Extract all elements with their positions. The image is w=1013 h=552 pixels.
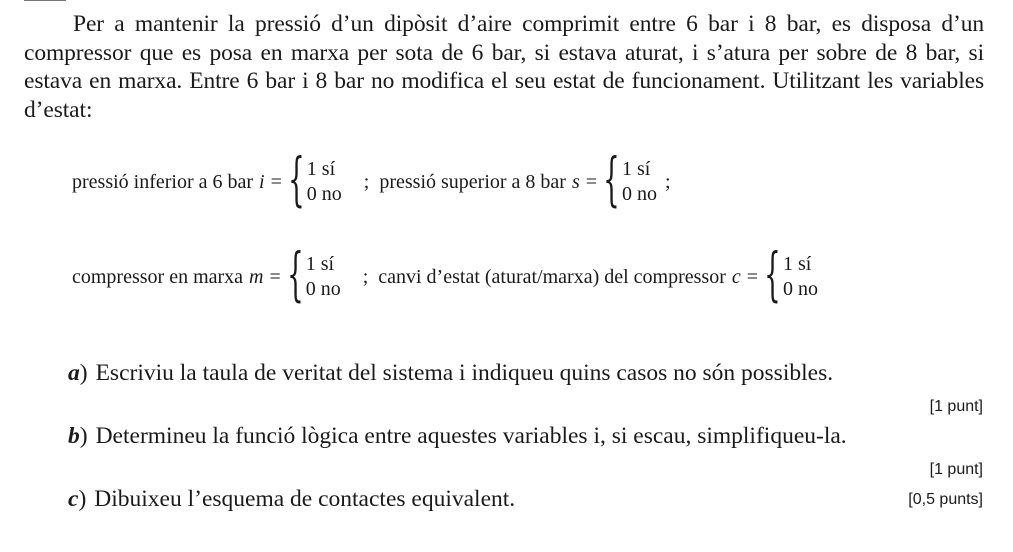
variable-row-1: pressió inferior a 6 bar i = { 1 sí 0 no… <box>72 150 671 214</box>
separator: ; <box>664 170 671 193</box>
left-brace: { <box>286 240 304 308</box>
case-one: 1 sí <box>621 158 651 180</box>
left-brace: { <box>603 145 620 213</box>
variable-symbol-m: m <box>249 265 264 288</box>
points-c: [0,5 punts] <box>908 491 983 508</box>
question-paren: ) <box>79 360 88 386</box>
variable-symbol-c: c <box>731 265 741 288</box>
variable-label-m: compressor en marxa <box>72 265 244 288</box>
case-zero: 0 no <box>306 183 342 205</box>
question-paren: ) <box>78 486 87 512</box>
question-c: c) Dibuixeu l’esquema de contactes equiva… <box>68 486 515 513</box>
top-rule <box>24 0 66 3</box>
question-letter: a <box>68 360 80 386</box>
separator: ; <box>363 170 370 193</box>
equals-sign: = <box>746 265 759 288</box>
equals-sign: = <box>269 265 281 288</box>
variable-label-i: pressió inferior a 6 bar <box>72 170 254 193</box>
case-one: 1 sí <box>306 158 336 180</box>
cases-m: 1 sí 0 no <box>306 252 341 302</box>
case-zero: 0 no <box>782 278 818 300</box>
question-paren: ) <box>79 423 88 449</box>
case-zero: 0 no <box>621 183 657 205</box>
equals-sign: = <box>585 170 598 193</box>
points-a: [1 punt] <box>929 398 983 415</box>
left-brace: { <box>288 145 305 213</box>
question-letter: b <box>68 423 80 449</box>
equals-sign: = <box>270 170 282 193</box>
intro-text: Per a mantenir la pressió d’un dipòsit d… <box>24 11 984 123</box>
cases-i: 1 sí 0 no <box>307 157 342 207</box>
question-letter: c <box>68 486 79 512</box>
cases-c: 1 sí 0 no <box>783 252 818 302</box>
variable-symbol-s: s <box>571 170 580 193</box>
question-text: Dibuixeu l’esquema de contactes equivale… <box>94 486 516 512</box>
question-b: b) Determineu la funció lògica entre aque… <box>68 423 847 450</box>
points-b: [1 punt] <box>929 461 983 478</box>
variable-label-s: pressió superior a 8 bar <box>379 170 566 193</box>
case-one: 1 sí <box>305 253 335 275</box>
left-brace: { <box>764 240 781 308</box>
document-page: Per a mantenir la pressió d’un dipòsit d… <box>0 0 1013 552</box>
cases-s: 1 sí 0 no <box>622 157 657 207</box>
separator: ; <box>362 265 369 288</box>
intro-paragraph: Per a mantenir la pressió d’un dipòsit d… <box>24 10 984 124</box>
variable-label-c: canvi d’estat (aturat/marxa) del compres… <box>378 265 726 288</box>
question-a: a) Escriviu la taula de veritat del siste… <box>68 360 833 387</box>
case-one: 1 sí <box>782 253 812 275</box>
case-zero: 0 no <box>305 278 341 300</box>
variable-row-2: compressor en marxa m = { 1 sí 0 no ; ca… <box>72 245 818 309</box>
variable-symbol-i: i <box>259 170 265 193</box>
question-text: Escriviu la taula de veritat del sistema… <box>95 360 834 386</box>
question-text: Determineu la funció lògica entre aquest… <box>95 423 847 449</box>
